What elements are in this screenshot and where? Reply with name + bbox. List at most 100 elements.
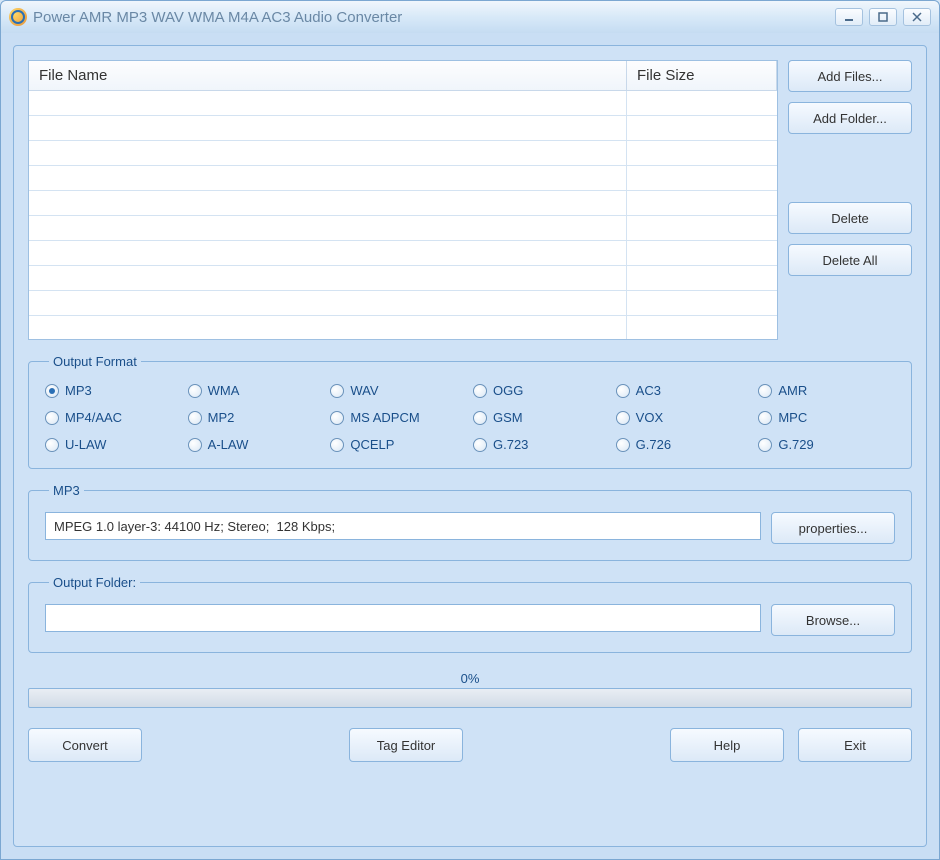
radio-label: AC3 bbox=[636, 383, 661, 398]
client-area: File Name File Size Add Files... Add Fol… bbox=[1, 33, 939, 859]
titlebar[interactable]: Power AMR MP3 WAV WMA M4A AC3 Audio Conv… bbox=[1, 1, 939, 33]
format-radio-mp2[interactable]: MP2 bbox=[188, 410, 325, 425]
format-radio-g-729[interactable]: G.729 bbox=[758, 437, 895, 452]
radio-label: MP2 bbox=[208, 410, 235, 425]
browse-button[interactable]: Browse... bbox=[771, 604, 895, 636]
output-format-legend: Output Format bbox=[49, 354, 141, 369]
table-row[interactable] bbox=[29, 91, 777, 116]
format-radio-wav[interactable]: WAV bbox=[330, 383, 467, 398]
tag-editor-button[interactable]: Tag Editor bbox=[349, 728, 463, 762]
maximize-button[interactable] bbox=[869, 8, 897, 26]
output-folder-legend: Output Folder: bbox=[49, 575, 140, 590]
convert-button[interactable]: Convert bbox=[28, 728, 142, 762]
format-radio-ac3[interactable]: AC3 bbox=[616, 383, 753, 398]
output-folder-row: Browse... bbox=[45, 604, 895, 636]
radio-icon bbox=[473, 384, 487, 398]
radio-icon bbox=[188, 438, 202, 452]
progress-label: 0% bbox=[461, 671, 480, 686]
format-radio-mp3[interactable]: MP3 bbox=[45, 383, 182, 398]
close-icon bbox=[911, 11, 923, 23]
radio-icon bbox=[45, 438, 59, 452]
table-row[interactable] bbox=[29, 266, 777, 291]
delete-all-button[interactable]: Delete All bbox=[788, 244, 912, 276]
app-icon bbox=[9, 8, 27, 26]
table-row[interactable] bbox=[29, 116, 777, 141]
radio-label: MP3 bbox=[65, 383, 92, 398]
format-radio-amr[interactable]: AMR bbox=[758, 383, 895, 398]
radio-label: MPC bbox=[778, 410, 807, 425]
format-radio-gsm[interactable]: GSM bbox=[473, 410, 610, 425]
column-header-name[interactable]: File Name bbox=[29, 61, 627, 90]
radio-icon bbox=[758, 384, 772, 398]
delete-button[interactable]: Delete bbox=[788, 202, 912, 234]
main-panel: File Name File Size Add Files... Add Fol… bbox=[13, 45, 927, 847]
minimize-button[interactable] bbox=[835, 8, 863, 26]
add-folder-button[interactable]: Add Folder... bbox=[788, 102, 912, 134]
output-folder-field[interactable] bbox=[45, 604, 761, 632]
format-radio-mp4-aac[interactable]: MP4/AAC bbox=[45, 410, 182, 425]
table-row[interactable] bbox=[29, 241, 777, 266]
format-radio-ms-adpcm[interactable]: MS ADPCM bbox=[330, 410, 467, 425]
format-radio-g-723[interactable]: G.723 bbox=[473, 437, 610, 452]
spacer bbox=[788, 144, 912, 192]
table-row[interactable] bbox=[29, 216, 777, 241]
radio-label: G.723 bbox=[493, 437, 528, 452]
radio-icon bbox=[188, 384, 202, 398]
table-row[interactable] bbox=[29, 141, 777, 166]
table-row[interactable] bbox=[29, 166, 777, 191]
radio-label: GSM bbox=[493, 410, 523, 425]
table-header: File Name File Size bbox=[29, 61, 777, 91]
format-radio-u-law[interactable]: U-LAW bbox=[45, 437, 182, 452]
radio-label: G.726 bbox=[636, 437, 671, 452]
format-radio-ogg[interactable]: OGG bbox=[473, 383, 610, 398]
bottom-button-row: Convert Tag Editor Help Exit bbox=[28, 728, 912, 762]
format-radio-vox[interactable]: VOX bbox=[616, 410, 753, 425]
codec-info-field[interactable] bbox=[45, 512, 761, 540]
codec-legend: MP3 bbox=[49, 483, 84, 498]
radio-label: QCELP bbox=[350, 437, 394, 452]
radio-label: VOX bbox=[636, 410, 663, 425]
radio-icon bbox=[45, 411, 59, 425]
format-radio-a-law[interactable]: A-LAW bbox=[188, 437, 325, 452]
progress-section: 0% bbox=[28, 671, 912, 708]
codec-row: properties... bbox=[45, 512, 895, 544]
radio-label: U-LAW bbox=[65, 437, 106, 452]
radio-icon bbox=[330, 438, 344, 452]
column-header-size[interactable]: File Size bbox=[627, 61, 777, 90]
progress-bar bbox=[28, 688, 912, 708]
window-controls bbox=[835, 8, 931, 26]
format-radio-mpc[interactable]: MPC bbox=[758, 410, 895, 425]
close-button[interactable] bbox=[903, 8, 931, 26]
radio-icon bbox=[473, 411, 487, 425]
radio-icon bbox=[188, 411, 202, 425]
radio-icon bbox=[330, 384, 344, 398]
format-radio-grid: MP3 WMA WAV OGG AC3 AMR MP4/AAC MP2 MS ADPCM GSM V… bbox=[45, 383, 895, 452]
radio-icon bbox=[473, 438, 487, 452]
maximize-icon bbox=[877, 11, 889, 23]
radio-icon bbox=[758, 411, 772, 425]
exit-button[interactable]: Exit bbox=[798, 728, 912, 762]
help-button[interactable]: Help bbox=[670, 728, 784, 762]
radio-icon bbox=[330, 411, 344, 425]
table-row[interactable] bbox=[29, 316, 777, 339]
window-title: Power AMR MP3 WAV WMA M4A AC3 Audio Conv… bbox=[33, 9, 835, 26]
radio-icon bbox=[45, 384, 59, 398]
format-radio-qcelp[interactable]: QCELP bbox=[330, 437, 467, 452]
table-body[interactable] bbox=[29, 91, 777, 339]
output-format-group: Output Format MP3WMAWAVOGGAC3AMRMP4/AACM… bbox=[28, 354, 912, 469]
add-files-button[interactable]: Add Files... bbox=[788, 60, 912, 92]
minimize-icon bbox=[843, 11, 855, 23]
properties-button[interactable]: properties... bbox=[771, 512, 895, 544]
radio-label: MS ADPCM bbox=[350, 410, 419, 425]
app-window: Power AMR MP3 WAV WMA M4A AC3 Audio Conv… bbox=[0, 0, 940, 860]
radio-icon bbox=[616, 411, 630, 425]
radio-icon bbox=[616, 438, 630, 452]
radio-label: A-LAW bbox=[208, 437, 249, 452]
file-section: File Name File Size Add Files... Add Fol… bbox=[28, 60, 912, 340]
table-row[interactable] bbox=[29, 191, 777, 216]
file-list-table[interactable]: File Name File Size bbox=[28, 60, 778, 340]
table-row[interactable] bbox=[29, 291, 777, 316]
format-radio-g-726[interactable]: G.726 bbox=[616, 437, 753, 452]
file-action-buttons: Add Files... Add Folder... Delete Delete… bbox=[788, 60, 912, 340]
format-radio-wma[interactable]: WMA bbox=[188, 383, 325, 398]
